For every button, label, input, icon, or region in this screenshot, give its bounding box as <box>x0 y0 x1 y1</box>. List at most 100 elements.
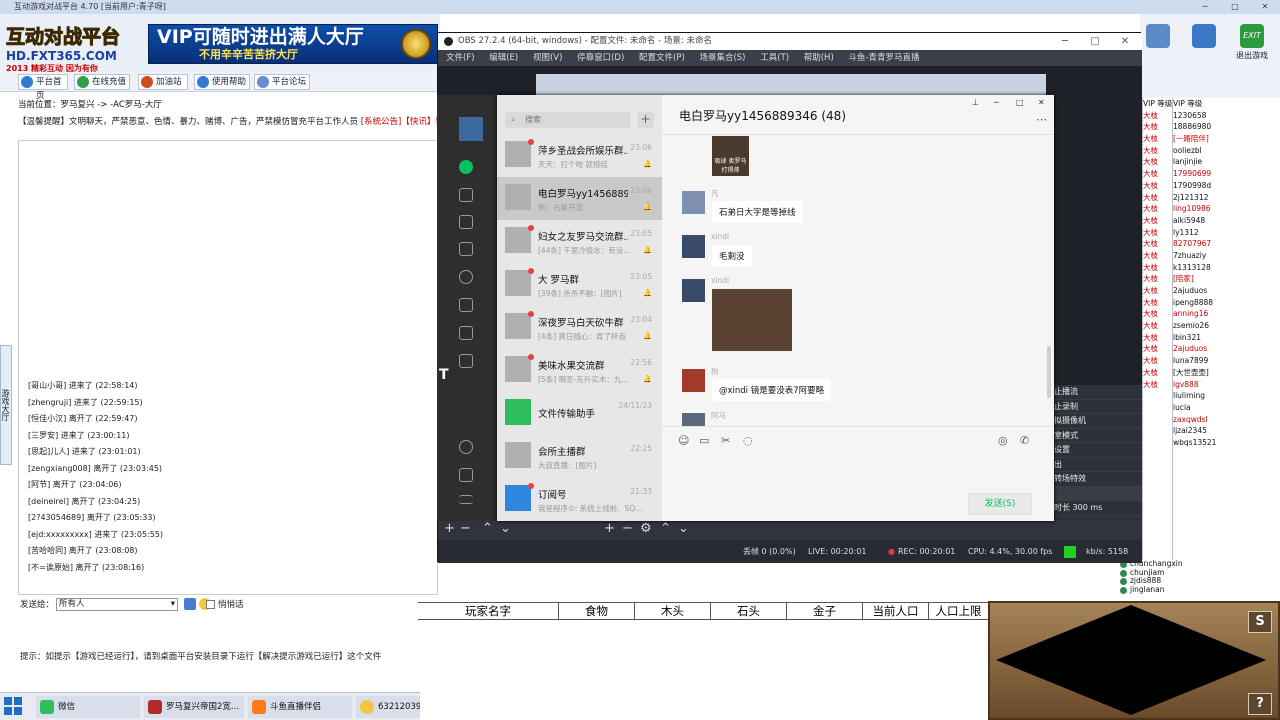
windows-start-button[interactable] <box>4 697 24 717</box>
conversation-item[interactable]: 萍乡圣战会所娱乐群... 天天：打个吻 就捞结 23:06 🔔 <box>497 134 662 177</box>
add-source-button[interactable]: + <box>604 521 615 536</box>
user-list-item[interactable]: lanjinjie <box>1173 156 1280 168</box>
exit-game-button[interactable]: EXIT 退出游戏 <box>1234 24 1270 61</box>
voice-call-icon[interactable]: ◎ <box>998 434 1008 447</box>
emoji-icon[interactable]: ☺ <box>678 434 689 447</box>
source-settings-icon[interactable]: ⚙ <box>640 521 652 536</box>
search-input[interactable]: ⌕ 搜索 <box>505 112 631 128</box>
menu-scene-collection[interactable]: 场景集合(S) <box>699 50 745 66</box>
menu-icon[interactable] <box>459 495 473 504</box>
mobile-icon[interactable] <box>459 468 473 482</box>
add-chat-button[interactable]: + <box>637 112 654 128</box>
user-list-item[interactable]: liuliming <box>1173 390 1280 402</box>
user-list-item[interactable]: ljzai2345 <box>1173 425 1280 437</box>
user-list-item[interactable]: anning16 <box>1173 308 1280 320</box>
menu-file[interactable]: 文件(F) <box>446 50 475 66</box>
private-chat-checkbox[interactable] <box>206 600 215 609</box>
contacts-icon[interactable] <box>459 188 473 202</box>
minimize-button[interactable]: ─ <box>1190 0 1220 14</box>
font-icon[interactable] <box>184 598 196 610</box>
message-bubble[interactable]: 石弟日大字是等掉线 <box>712 201 803 223</box>
transition-select[interactable] <box>1052 486 1142 501</box>
channels-icon[interactable] <box>459 298 473 312</box>
menu-view[interactable]: 视图(V) <box>533 50 562 66</box>
taskbar-qq[interactable]: 63212039 <box>356 696 420 718</box>
close-button[interactable]: ✕ <box>1250 0 1280 14</box>
menu-douyu[interactable]: 斗鱼-青青罗马直播 <box>848 50 919 66</box>
mini-program-icon[interactable] <box>459 354 473 368</box>
user-list-item[interactable]: ooliezbl <box>1173 145 1280 157</box>
virtual-camera-button[interactable]: 拟摄像机 <box>1052 414 1142 429</box>
user-list-item[interactable]: zsemio26 <box>1173 320 1280 332</box>
user-list-item[interactable]: aiki5948 <box>1173 215 1280 227</box>
duration-field[interactable]: 时长 300 ms <box>1052 501 1142 516</box>
stop-stream-button[interactable]: 止播流 <box>1052 385 1142 400</box>
user-list-item[interactable]: ling10986 <box>1173 203 1280 215</box>
taskbar-rome-game[interactable]: 罗马复兴帝国2宽... <box>144 696 244 718</box>
stop-recording-button[interactable]: 止录制 <box>1052 400 1142 414</box>
conversation-item[interactable]: 美味水果交流群 [5条] 啊圣-东升实木：九... 22:56 🔔 <box>497 349 662 392</box>
pin-icon[interactable]: ⊥ <box>972 98 979 107</box>
user-list-item[interactable]: [一路陪伴] <box>1173 133 1280 145</box>
list-item[interactable]: jinglanan <box>1118 585 1258 595</box>
user-list-item[interactable]: VIP 等级 <box>1173 98 1280 110</box>
folder-icon[interactable] <box>459 242 473 256</box>
scene-up-button[interactable]: ⌃ <box>482 521 493 536</box>
settings-button[interactable]: 设置 <box>1052 443 1142 458</box>
source-down-button[interactable]: ⌄ <box>678 521 689 536</box>
menu-help[interactable]: 帮助(H) <box>804 50 834 66</box>
chat-history-icon[interactable]: ◌ <box>743 434 753 447</box>
remove-scene-button[interactable]: − <box>460 521 471 536</box>
menu-profile[interactable]: 配置文件(P) <box>639 50 685 66</box>
user-list-item[interactable]: k1313128 <box>1173 262 1280 274</box>
studio-mode-button[interactable]: 室模式 <box>1052 429 1142 443</box>
maximize-button[interactable]: □ <box>1220 0 1250 14</box>
user-list[interactable]: VIP 等级 1230658 18886980 [一路陪伴] ooliezbl lanji… <box>1172 98 1280 598</box>
help-map-button[interactable]: ? <box>1248 693 1272 715</box>
score-button[interactable]: S <box>1248 611 1272 633</box>
user-list-item[interactable]: lucia <box>1173 402 1280 414</box>
source-up-button[interactable]: ⌃ <box>660 521 671 536</box>
scissors-icon[interactable]: ✂ <box>721 434 730 447</box>
remove-source-button[interactable]: − <box>622 521 633 536</box>
text-tool-icon[interactable]: T <box>439 367 457 385</box>
game-lobby-tab[interactable]: 游戏大厅 <box>0 345 12 465</box>
chat-icon[interactable] <box>459 160 473 174</box>
menu-docks[interactable]: 停靠窗口(D) <box>577 50 624 66</box>
obs-minimize-button[interactable]: ─ <box>1050 33 1080 50</box>
user-list-item[interactable]: [陪家] <box>1173 273 1280 285</box>
obs-maximize-button[interactable]: □ <box>1080 33 1110 50</box>
exit-button[interactable]: 出 <box>1052 458 1142 472</box>
user-list-item[interactable]: 18886980 <box>1173 121 1280 133</box>
message-list[interactable]: 吸球 卖罗马打得帅 凡石弟日大字是等掉线 xindi 毛剩没 xindi 狗 @xi… <box>662 136 1054 426</box>
user-list-item[interactable]: 2j121312 <box>1173 192 1280 204</box>
user-list-item[interactable]: 17990699 <box>1173 168 1280 180</box>
user-list-item[interactable]: 1230658 <box>1173 110 1280 122</box>
send-button[interactable]: 发送(S) <box>968 493 1032 515</box>
phone-icon[interactable] <box>459 440 473 454</box>
forum-button[interactable]: 平台论坛 <box>254 74 310 90</box>
add-scene-button[interactable]: + <box>444 521 455 536</box>
vip-ad[interactable]: VIP可随时进出满人大厅 不用辛辛苦苦挤大厅 <box>148 24 438 64</box>
conversation-item[interactable]: 文件传输助手 24/11/23 <box>497 392 662 435</box>
message-bubble[interactable]: 毛剩没 <box>712 245 752 267</box>
obs-close-button[interactable]: ✕ <box>1110 33 1140 50</box>
folder-icon[interactable]: ▭ <box>699 434 709 447</box>
input-area[interactable]: ☺ ▭ ✂ ◌ ◎ ✆ 发送(S) <box>662 426 1054 521</box>
conversation-item[interactable]: 会所主播群 大叔直播：[图片] 22:25 <box>497 435 662 478</box>
user-list-item[interactable]: ly1312 <box>1173 227 1280 239</box>
user-list-bottom[interactable]: chunchangxin chunjiam zjdis888 jinglanan <box>1118 559 1258 600</box>
user-list-item[interactable]: zaxqwdsl <box>1173 414 1280 426</box>
taskbar-douyu[interactable]: 斗鱼直播伴侣 <box>248 696 352 718</box>
recharge-button[interactable]: 在线充值 <box>74 74 130 90</box>
user-list-item[interactable]: 7zhuaziy <box>1173 250 1280 262</box>
message-scrollbar[interactable] <box>1047 346 1051 398</box>
image-message[interactable]: 吸球 卖罗马打得帅 <box>712 136 749 176</box>
scene-down-button[interactable]: ⌄ <box>500 521 511 536</box>
desktop-icon-1[interactable] <box>1140 24 1176 50</box>
avatar[interactable] <box>459 117 483 141</box>
conversation-item[interactable]: 大 罗马群 [39条] 杀杀不触：[图片] 23:05 🔔 <box>497 263 662 306</box>
wx-minimize-button[interactable]: ─ <box>994 98 999 107</box>
collection-icon[interactable] <box>459 215 473 229</box>
search-discover-icon[interactable] <box>459 326 473 340</box>
